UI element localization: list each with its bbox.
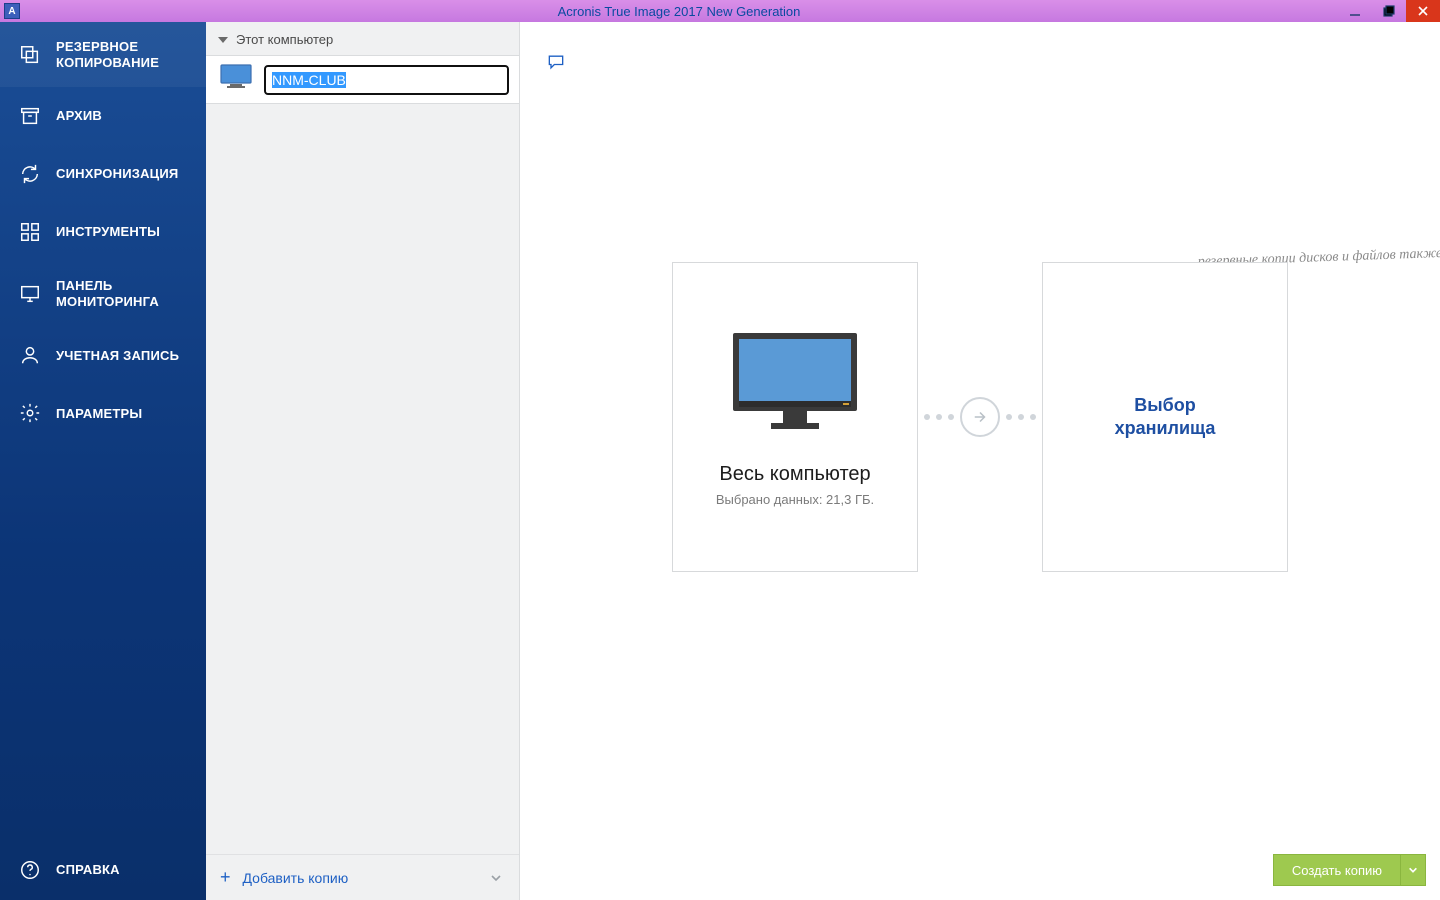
arrow-right-icon	[960, 397, 1000, 437]
backup-list-item[interactable]	[206, 55, 519, 104]
list-footer-menu[interactable]	[487, 869, 505, 887]
nav-item-tools[interactable]: ИНСТРУМЕНТЫ	[0, 203, 206, 261]
computer-large-icon	[725, 327, 865, 437]
plus-icon: +	[220, 867, 231, 888]
nav-item-settings[interactable]: ПАРАМЕТРЫ	[0, 384, 206, 442]
destination-title: Выбор хранилища	[1115, 394, 1216, 441]
flow-arrow	[918, 397, 1042, 437]
create-backup-button[interactable]: Создать копию	[1273, 854, 1400, 886]
source-card[interactable]: Весь компьютер Выбрано данных: 21,3 ГБ.	[672, 262, 918, 572]
nav-item-account[interactable]: УЧЕТНАЯ ЗАПИСЬ	[0, 326, 206, 384]
nav-item-archive[interactable]: АРХИВ	[0, 87, 206, 145]
dots-left-icon	[924, 414, 954, 420]
chevron-down-icon	[218, 37, 228, 43]
source-title: Весь компьютер	[719, 463, 870, 486]
nav-label: ПАНЕЛЬ МОНИТОРИНГА	[56, 278, 190, 309]
nav-item-dashboard[interactable]: ПАНЕЛЬ МОНИТОРИНГА	[0, 261, 206, 326]
source-subtitle: Выбрано данных: 21,3 ГБ.	[716, 492, 874, 507]
nav-item-backup[interactable]: РЕЗЕРВНОЕ КОПИРОВАНИЕ	[0, 22, 206, 87]
computer-icon	[220, 64, 252, 95]
nav-item-help[interactable]: СПРАВКА	[0, 840, 206, 900]
add-backup-button[interactable]: + Добавить копию	[220, 867, 348, 888]
nav-label: СИНХРОНИЗАЦИЯ	[56, 166, 178, 182]
nav-label: АРХИВ	[56, 108, 102, 124]
list-footer: + Добавить копию	[206, 854, 519, 900]
backup-list-column: Этот компьютер + Добавить копию	[206, 22, 520, 900]
close-button[interactable]	[1406, 0, 1440, 22]
app-icon: A	[4, 3, 20, 19]
add-backup-label: Добавить копию	[243, 870, 349, 886]
monitor-icon	[18, 282, 42, 306]
backup-name-input[interactable]	[264, 65, 509, 95]
window-title: Acronis True Image 2017 New Generation	[20, 4, 1338, 19]
nav-label: ИНСТРУМЕНТЫ	[56, 224, 160, 240]
nav-label: ПАРАМЕТРЫ	[56, 406, 142, 422]
restore-button[interactable]	[1372, 0, 1406, 22]
title-bar: A Acronis True Image 2017 New Generation	[0, 0, 1440, 22]
create-backup-split-button: Создать копию	[1273, 854, 1426, 886]
nav-item-sync[interactable]: СИНХРОНИЗАЦИЯ	[0, 145, 206, 203]
user-icon	[18, 343, 42, 367]
sidebar-nav: РЕЗЕРВНОЕ КОПИРОВАНИЕ АРХИВ СИНХРОНИЗАЦИ…	[0, 22, 206, 900]
destination-card[interactable]: Выбор хранилища	[1042, 262, 1288, 572]
create-backup-dropdown[interactable]	[1400, 854, 1426, 886]
nav-label: СПРАВКА	[56, 862, 120, 878]
backup-icon	[18, 43, 42, 67]
help-icon	[18, 858, 42, 882]
dots-right-icon	[1006, 414, 1036, 420]
nav-label: РЕЗЕРВНОЕ КОПИРОВАНИЕ	[56, 39, 190, 70]
gear-icon	[18, 401, 42, 425]
minimize-button[interactable]	[1338, 0, 1372, 22]
sync-icon	[18, 162, 42, 186]
create-backup-label: Создать копию	[1292, 863, 1382, 878]
list-group-label: Этот компьютер	[236, 32, 333, 47]
list-group-header[interactable]: Этот компьютер	[206, 22, 519, 55]
comment-button[interactable]	[546, 52, 566, 77]
grid-icon	[18, 220, 42, 244]
backup-flow: Весь компьютер Выбрано данных: 21,3 ГБ. …	[520, 262, 1440, 572]
nav-label: УЧЕТНАЯ ЗАПИСЬ	[56, 348, 179, 364]
archive-icon	[18, 104, 42, 128]
main-content: резервные копии дисков и файлов также до…	[520, 22, 1440, 900]
window-controls	[1338, 0, 1440, 22]
